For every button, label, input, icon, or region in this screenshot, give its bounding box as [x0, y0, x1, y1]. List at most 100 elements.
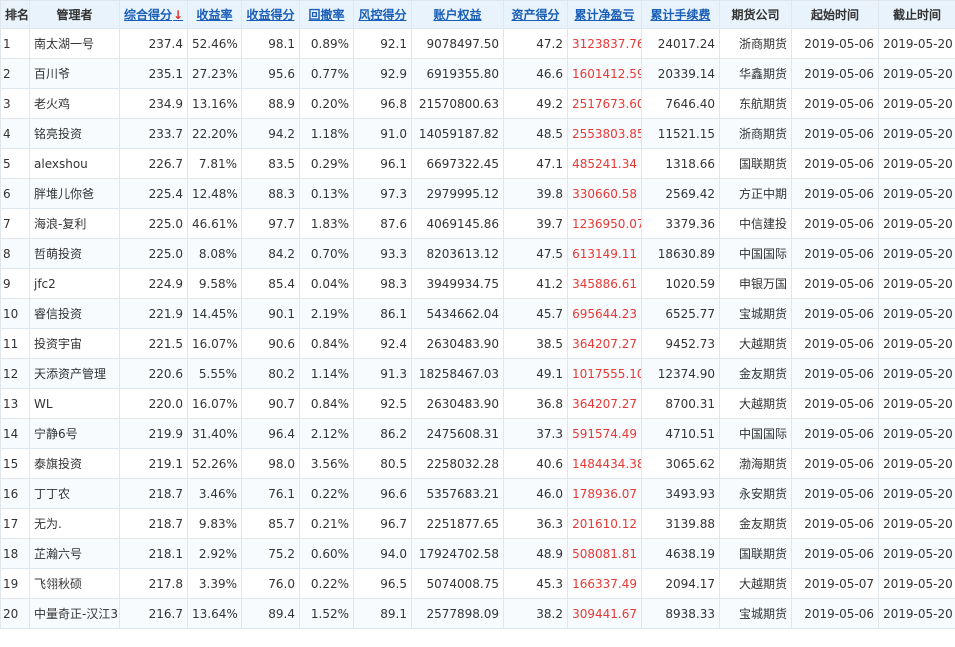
broker-cell: 浙商期货 — [719, 118, 792, 149]
manager-name-cell[interactable]: 百川爷 — [29, 58, 120, 89]
manager-name-cell[interactable]: alexshou — [29, 148, 120, 179]
net-profit-cell: 613149.11 — [567, 238, 642, 269]
table-row: 13 WL 220.0 16.07% 90.7 0.84% 92.5 26304… — [0, 388, 955, 419]
manager-name-cell[interactable]: 老火鸡 — [29, 88, 120, 119]
manager-name-cell[interactable]: 哲萌投资 — [29, 238, 120, 269]
end-time-cell: 2019-05-20 — [878, 388, 955, 419]
manager-name-cell[interactable]: 睿信投资 — [29, 298, 120, 329]
equity-cell: 5357683.21 — [411, 478, 504, 509]
risk-score-cell: 92.9 — [353, 58, 412, 89]
fees-cell: 8700.31 — [641, 388, 720, 419]
return-score-cell: 90.7 — [241, 388, 300, 419]
risk-score-cell: 91.0 — [353, 118, 412, 149]
return-rate-cell: 7.81% — [187, 148, 242, 179]
risk-score-cell: 97.3 — [353, 178, 412, 209]
header-asset-score[interactable]: 资产得分 — [503, 0, 568, 29]
end-time-cell: 2019-05-20 — [878, 538, 955, 569]
net-profit-cell: 166337.49 — [567, 568, 642, 599]
risk-score-cell: 92.4 — [353, 328, 412, 359]
fees-cell: 3139.88 — [641, 508, 720, 539]
end-time-cell: 2019-05-20 — [878, 238, 955, 269]
equity-cell: 6919355.80 — [411, 58, 504, 89]
manager-name-cell[interactable]: 天添资产管理 — [29, 358, 120, 389]
equity-cell: 5074008.75 — [411, 568, 504, 599]
fees-cell: 3379.36 — [641, 208, 720, 239]
net-profit-cell: 309441.67 — [567, 598, 642, 629]
rank-cell: 17 — [0, 508, 30, 539]
asset-score-cell: 49.2 — [503, 88, 568, 119]
manager-name-cell[interactable]: 泰旗投资 — [29, 448, 120, 479]
start-time-cell: 2019-05-06 — [791, 448, 879, 479]
end-time-cell: 2019-05-20 — [878, 178, 955, 209]
table-row: 12 天添资产管理 220.6 5.55% 80.2 1.14% 91.3 18… — [0, 358, 955, 389]
risk-score-cell: 98.3 — [353, 268, 412, 299]
return-rate-cell: 5.55% — [187, 358, 242, 389]
return-score-cell: 96.4 — [241, 418, 300, 449]
start-time-cell: 2019-05-07 — [791, 568, 879, 599]
return-score-cell: 88.9 — [241, 88, 300, 119]
broker-cell: 国联期货 — [719, 148, 792, 179]
rank-cell: 7 — [0, 208, 30, 239]
end-time-cell: 2019-05-20 — [878, 88, 955, 119]
asset-score-cell: 39.8 — [503, 178, 568, 209]
manager-name-cell[interactable]: 胖堆儿你爸 — [29, 178, 120, 209]
composite-score-cell: 225.0 — [119, 208, 188, 239]
header-profit[interactable]: 累计净盈亏 — [567, 0, 642, 29]
manager-name-cell[interactable]: 投资宇宙 — [29, 328, 120, 359]
net-profit-cell: 1601412.59 — [567, 58, 642, 89]
return-score-cell: 89.4 — [241, 598, 300, 629]
composite-score-cell: 218.7 — [119, 478, 188, 509]
manager-name-cell[interactable]: WL — [29, 388, 120, 419]
manager-name-cell[interactable]: 南太湖一号 — [29, 28, 120, 59]
end-time-cell: 2019-05-20 — [878, 58, 955, 89]
broker-cell: 金友期货 — [719, 508, 792, 539]
header-composite-score[interactable]: 综合得分↓ — [119, 0, 188, 29]
composite-score-cell: 225.0 — [119, 238, 188, 269]
manager-name-cell[interactable]: 中量奇正-汉江3 — [29, 598, 120, 629]
manager-name-cell[interactable]: 芷瀚六号 — [29, 538, 120, 569]
end-time-cell: 2019-05-20 — [878, 328, 955, 359]
table-row: 16 丁丁农 218.7 3.46% 76.1 0.22% 96.6 53576… — [0, 478, 955, 509]
manager-name-cell[interactable]: 铭亮投资 — [29, 118, 120, 149]
sort-desc-icon: ↓ — [173, 8, 184, 22]
end-time-cell: 2019-05-20 — [878, 598, 955, 629]
header-drawdown[interactable]: 回撤率 — [299, 0, 354, 29]
manager-name-cell[interactable]: 无为. — [29, 508, 120, 539]
net-profit-cell: 1017555.10 — [567, 358, 642, 389]
broker-cell: 渤海期货 — [719, 448, 792, 479]
asset-score-cell: 45.3 — [503, 568, 568, 599]
broker-cell: 宝城期货 — [719, 298, 792, 329]
composite-score-cell: 219.9 — [119, 418, 188, 449]
header-return-rate[interactable]: 收益率 — [187, 0, 242, 29]
equity-cell: 2979995.12 — [411, 178, 504, 209]
manager-name-cell[interactable]: jfc2 — [29, 268, 120, 299]
return-score-cell: 85.7 — [241, 508, 300, 539]
risk-score-cell: 96.5 — [353, 568, 412, 599]
drawdown-cell: 0.13% — [299, 178, 354, 209]
table-row: 19 飞翎秋硕 217.8 3.39% 76.0 0.22% 96.5 5074… — [0, 568, 955, 599]
drawdown-cell: 1.83% — [299, 208, 354, 239]
end-time-cell: 2019-05-20 — [878, 418, 955, 449]
header-fees[interactable]: 累计手续费 — [641, 0, 720, 29]
manager-name-cell[interactable]: 宁静6号 — [29, 418, 120, 449]
risk-score-cell: 89.1 — [353, 598, 412, 629]
manager-name-cell[interactable]: 海浪-复利 — [29, 208, 120, 239]
end-time-cell: 2019-05-20 — [878, 358, 955, 389]
broker-cell: 中信建投 — [719, 208, 792, 239]
header-risk-score[interactable]: 风控得分 — [353, 0, 412, 29]
manager-name-cell[interactable]: 飞翎秋硕 — [29, 568, 120, 599]
net-profit-cell: 201610.12 — [567, 508, 642, 539]
equity-cell: 17924702.58 — [411, 538, 504, 569]
header-return-score[interactable]: 收益得分 — [241, 0, 300, 29]
header-manager: 管理者 — [29, 0, 120, 29]
manager-name-cell[interactable]: 丁丁农 — [29, 478, 120, 509]
end-time-cell: 2019-05-20 — [878, 268, 955, 299]
header-equity[interactable]: 账户权益 — [411, 0, 504, 29]
start-time-cell: 2019-05-06 — [791, 178, 879, 209]
start-time-cell: 2019-05-06 — [791, 28, 879, 59]
table-body: 1 南太湖一号 237.4 52.46% 98.1 0.89% 92.1 907… — [0, 28, 955, 629]
drawdown-cell: 2.12% — [299, 418, 354, 449]
equity-cell: 2251877.65 — [411, 508, 504, 539]
drawdown-cell: 0.22% — [299, 568, 354, 599]
fees-cell: 9452.73 — [641, 328, 720, 359]
